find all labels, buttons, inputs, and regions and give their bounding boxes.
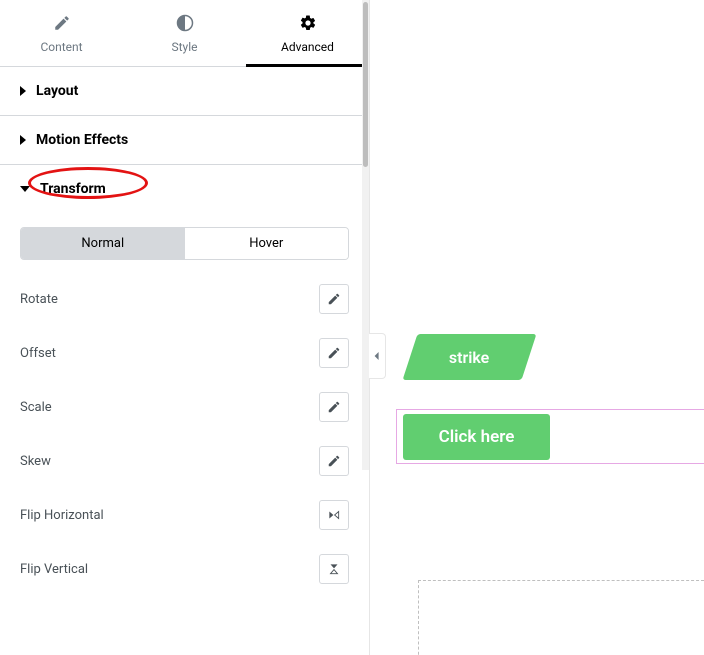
section-transform-header[interactable]: Transform <box>0 165 369 213</box>
toggle-normal[interactable]: Normal <box>21 228 185 259</box>
edit-offset-button[interactable] <box>319 338 349 368</box>
tab-content-label: Content <box>40 40 82 54</box>
row-rotate: Rotate <box>20 260 349 314</box>
selected-element-outline: Click here <box>396 409 704 464</box>
flip-horizontal-icon <box>327 508 341 522</box>
row-offset: Offset <box>20 314 349 368</box>
pencil-icon <box>53 14 71 32</box>
transform-body: Normal Hover Rotate Offset Scale Skew Fl… <box>0 227 369 604</box>
flip-vertical-icon <box>327 562 341 576</box>
edit-rotate-button[interactable] <box>319 284 349 314</box>
pencil-icon <box>327 292 341 306</box>
section-motion-label: Motion Effects <box>36 132 128 148</box>
canvas-area: strike Click here <box>370 0 704 655</box>
tab-advanced[interactable]: Advanced <box>246 0 369 66</box>
section-layout-header[interactable]: Layout <box>0 67 369 115</box>
section-motion: Motion Effects <box>0 116 369 165</box>
label-rotate: Rotate <box>20 292 58 307</box>
flip-vertical-button[interactable] <box>319 554 349 584</box>
row-skew: Skew <box>20 422 349 476</box>
top-tabs: Content Style Advanced <box>0 0 369 67</box>
edit-skew-button[interactable] <box>319 446 349 476</box>
click-here-button[interactable]: Click here <box>403 414 550 460</box>
label-skew: Skew <box>20 454 51 469</box>
row-flip-vertical: Flip Vertical <box>20 530 349 584</box>
label-scale: Scale <box>20 400 52 415</box>
pencil-icon <box>327 454 341 468</box>
label-offset: Offset <box>20 346 56 361</box>
section-layout: Layout <box>0 67 369 116</box>
drop-zone[interactable] <box>418 580 704 655</box>
section-layout-label: Layout <box>36 83 78 99</box>
caret-right-icon <box>20 86 26 96</box>
tab-style[interactable]: Style <box>123 0 246 66</box>
caret-down-icon <box>20 186 30 192</box>
panel-scrollbar-track <box>362 0 369 470</box>
gear-icon <box>299 14 317 32</box>
label-flip-horizontal: Flip Horizontal <box>20 508 104 523</box>
collapse-panel-button[interactable] <box>369 333 386 379</box>
edit-scale-button[interactable] <box>319 392 349 422</box>
state-toggle: Normal Hover <box>20 227 349 260</box>
caret-right-icon <box>20 135 26 145</box>
tab-content[interactable]: Content <box>0 0 123 66</box>
toggle-hover[interactable]: Hover <box>185 228 349 259</box>
row-scale: Scale <box>20 368 349 422</box>
strike-button[interactable]: strike <box>403 334 537 380</box>
panel-scrollbar-thumb[interactable] <box>363 2 368 167</box>
pencil-icon <box>327 346 341 360</box>
section-transform: Transform Normal Hover Rotate Offset Sca… <box>0 165 369 604</box>
tab-advanced-label: Advanced <box>281 40 334 54</box>
row-flip-horizontal: Flip Horizontal <box>20 476 349 530</box>
settings-panel: Content Style Advanced Layout Motion Eff… <box>0 0 370 655</box>
pencil-icon <box>327 400 341 414</box>
section-transform-label: Transform <box>40 181 106 197</box>
section-motion-header[interactable]: Motion Effects <box>0 116 369 164</box>
tab-style-label: Style <box>171 40 197 54</box>
chevron-left-icon <box>373 351 381 361</box>
flip-horizontal-button[interactable] <box>319 500 349 530</box>
label-flip-vertical: Flip Vertical <box>20 562 88 577</box>
contrast-icon <box>176 14 194 32</box>
